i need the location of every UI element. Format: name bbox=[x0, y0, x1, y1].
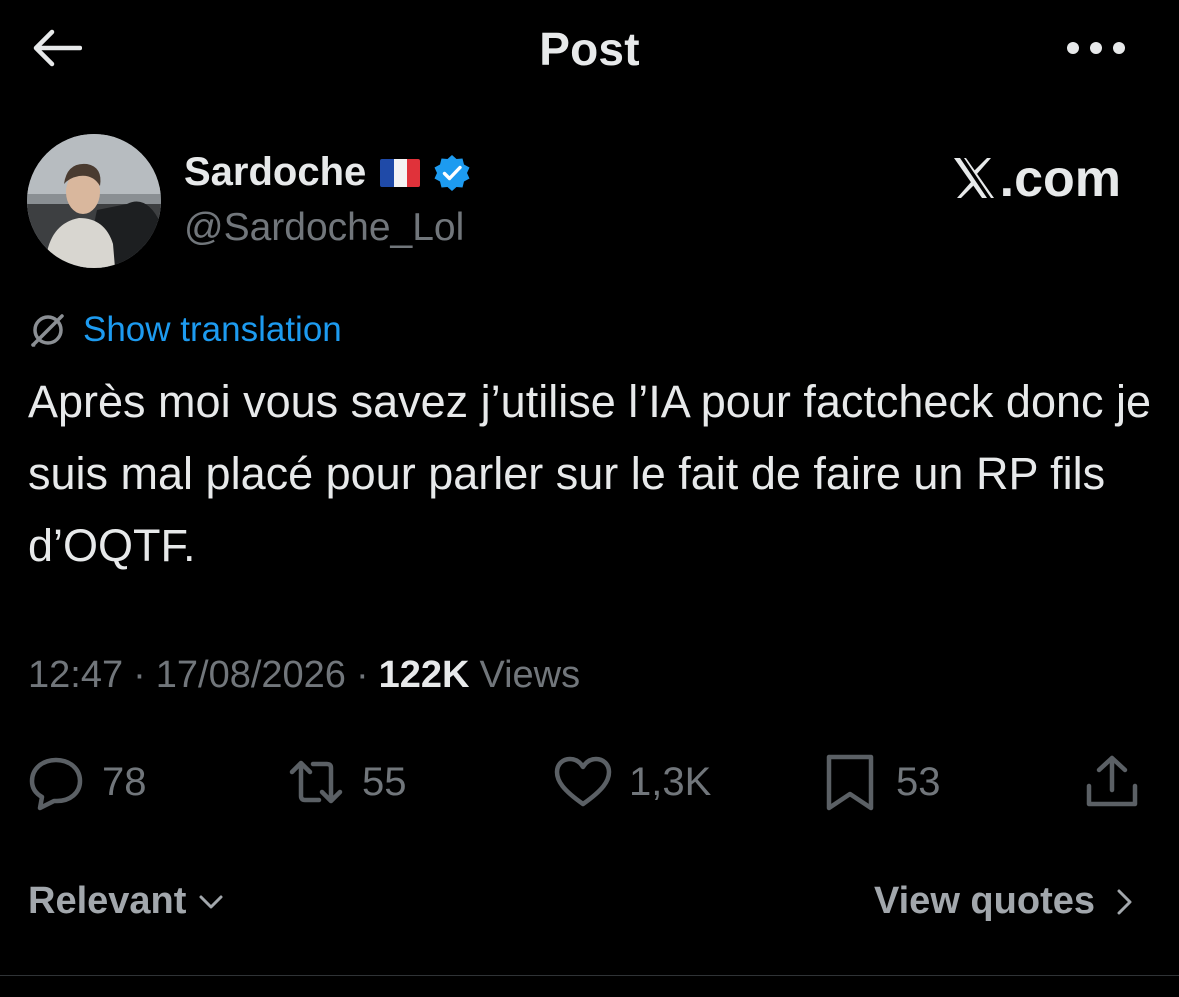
translate-icon bbox=[31, 314, 64, 347]
reply-button[interactable]: 78 bbox=[26, 750, 147, 814]
brand-text: .com bbox=[999, 150, 1121, 208]
page-title: Post bbox=[539, 23, 640, 75]
view-quotes-button[interactable]: View quotes bbox=[874, 880, 1139, 923]
retweet-count: 55 bbox=[362, 759, 407, 804]
user-avatar bbox=[27, 134, 161, 268]
more-horizontal-icon bbox=[1067, 42, 1125, 54]
retweet-icon bbox=[289, 760, 343, 804]
chevron-right-icon bbox=[1117, 889, 1132, 914]
views-count[interactable]: 122K bbox=[379, 654, 470, 697]
retweet-button[interactable]: 55 bbox=[286, 750, 407, 814]
post-meta: 12:47 · 17/08/2026 · 122K Views bbox=[28, 654, 580, 697]
post-text: Après moi vous savez j’utilise l’IA pour… bbox=[28, 376, 1152, 571]
reply-icon bbox=[29, 757, 83, 811]
post-time: 12:47 bbox=[28, 654, 124, 696]
share-icon bbox=[1086, 755, 1138, 807]
post-screen: Post Sardoche @Sardoche_Lol .com Show tr… bbox=[0, 0, 1179, 997]
author-name[interactable]: Sardoche bbox=[184, 150, 472, 195]
like-count: 1,3K bbox=[629, 759, 712, 804]
reply-count: 78 bbox=[102, 759, 147, 804]
verified-badge-icon bbox=[434, 154, 470, 191]
sort-replies-button[interactable]: Relevant bbox=[28, 880, 226, 923]
view-quotes-label: View quotes bbox=[873, 880, 1095, 922]
more-options-button[interactable] bbox=[1065, 32, 1127, 64]
views-label: Views bbox=[479, 654, 581, 696]
like-button[interactable]: 1,3K bbox=[553, 750, 711, 814]
chevron-down-icon bbox=[199, 895, 223, 908]
show-translation-label: Show translation bbox=[83, 310, 342, 349]
sort-label: Relevant bbox=[28, 880, 187, 922]
author-name-text: Sardoche bbox=[184, 150, 367, 194]
divider bbox=[0, 975, 1179, 976]
france-flag-icon bbox=[380, 158, 421, 187]
meta-separator: · bbox=[133, 654, 146, 696]
avatar[interactable] bbox=[27, 134, 161, 268]
post-date: 17/08/2026 bbox=[155, 654, 346, 696]
bookmark-count: 53 bbox=[896, 759, 941, 804]
meta-separator: · bbox=[355, 654, 369, 696]
show-translation-button[interactable]: Show translation bbox=[27, 310, 342, 350]
bookmark-button[interactable]: 53 bbox=[820, 750, 941, 814]
post-actions: 78 55 1,3K 53 bbox=[0, 750, 1179, 814]
back-button[interactable] bbox=[30, 24, 86, 72]
x-logo-icon bbox=[953, 158, 994, 198]
bookmark-icon bbox=[826, 754, 874, 811]
share-button[interactable] bbox=[1082, 750, 1142, 814]
heart-icon bbox=[554, 756, 612, 807]
brand-watermark: .com bbox=[950, 148, 1121, 209]
arrow-left-icon bbox=[33, 29, 82, 67]
author-handle[interactable]: @Sardoche_Lol bbox=[184, 206, 464, 250]
